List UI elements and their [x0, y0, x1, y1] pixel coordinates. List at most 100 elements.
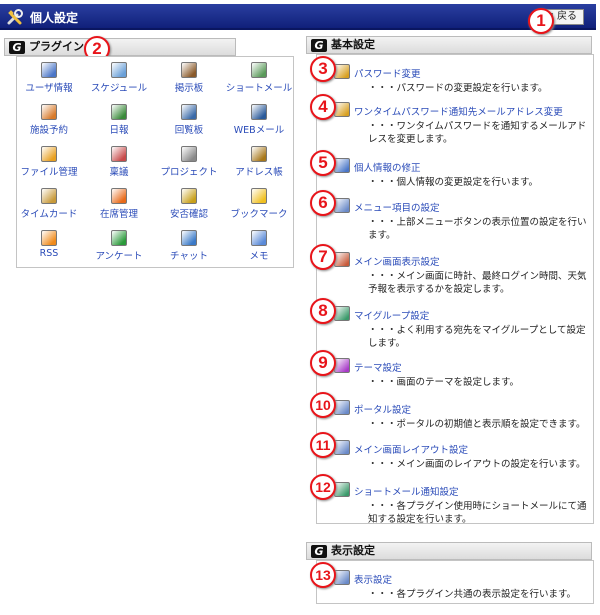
setting-description: ・・・各プラグイン使用時にショートメールにて通知する設定を行います。 [368, 501, 587, 525]
setting-link[interactable]: パスワード変更 [354, 66, 421, 80]
setting-link[interactable]: メニュー項目の設定 [354, 200, 440, 214]
marker-badge: 1 [528, 8, 554, 34]
setting-description: ・・・メイン画面のレイアウトの設定を行います。 [368, 459, 586, 470]
page-title: 個人設定 [30, 11, 79, 25]
presence-icon [111, 188, 127, 204]
my-group-icon [334, 306, 350, 321]
plugin-label: プロジェクト [160, 167, 218, 178]
plugin-project[interactable]: プロジェクト [154, 146, 224, 178]
plugin-webmail[interactable]: WEBメール [224, 104, 294, 136]
plugin-approval[interactable]: 稟議 [84, 146, 154, 178]
plugin-chat[interactable]: チャット [154, 230, 224, 262]
plugin-survey-check[interactable]: アンケート [84, 230, 154, 262]
plugin-label: タイムカード [20, 209, 78, 220]
circular-icon [181, 104, 197, 120]
lock-mail-icon [334, 102, 350, 117]
marker-badge: 10 [310, 392, 336, 418]
plugin-address-book[interactable]: アドレス帳 [224, 146, 294, 178]
g-logo-icon: G [311, 545, 327, 558]
plugin-safety[interactable]: 安否確認 [154, 188, 224, 220]
title-bar: 個人設定 戻る [0, 4, 596, 30]
marker-badge: 3 [310, 56, 336, 82]
plugin-memo[interactable]: メモ [224, 230, 294, 262]
bookmark-star-icon [251, 188, 267, 204]
facility-icon [41, 104, 57, 120]
plugin-section-header: G プラグイン [4, 38, 236, 56]
marker-badge: 5 [310, 150, 336, 176]
marker-badge: 7 [310, 244, 336, 270]
setting-link[interactable]: マイグループ設定 [354, 308, 429, 322]
setting-link[interactable]: メイン画面表示設定 [354, 254, 440, 268]
plugin-label: 日報 [109, 125, 129, 136]
setting-description: ・・・メイン画面に時計、最終ログイン時間、天気予報を表示するかを設定します。 [368, 271, 587, 295]
plugin-presence[interactable]: 在席管理 [84, 188, 154, 220]
plugin-label: ブックマーク [230, 209, 288, 220]
project-icon [181, 146, 197, 162]
plugin-clock[interactable]: タイムカード [14, 188, 84, 220]
plugin-label: アドレス帳 [235, 167, 283, 178]
setting-link[interactable]: ワンタイムパスワード通知先メールアドレス変更 [354, 104, 563, 118]
plugin-folder[interactable]: ファイル管理 [14, 146, 84, 178]
basic-section-title: 基本設定 [331, 38, 375, 51]
setting-link[interactable]: テーマ設定 [354, 360, 402, 374]
display-settings-icon [334, 570, 350, 585]
folder-icon [41, 146, 57, 162]
plugin-label: 掲示板 [174, 83, 204, 94]
plugin-label: スケジュール [90, 83, 148, 94]
plugin-section-title: プラグイン [29, 40, 84, 53]
clock-icon [41, 188, 57, 204]
daily-report-icon [111, 104, 127, 120]
user-info-icon [41, 62, 57, 78]
plugin-facility[interactable]: 施設予約 [14, 104, 84, 136]
setting-description: ・・・よく利用する宛先をマイグループとして設定します。 [368, 325, 586, 349]
g-logo-icon: G [9, 41, 25, 54]
setting-link[interactable]: ショートメール通知設定 [354, 484, 459, 498]
plugin-rss[interactable]: RSS [14, 230, 84, 259]
user-edit-icon [334, 158, 350, 173]
setting-description: ・・・画面のテーマを設定します。 [368, 377, 520, 388]
display-section-title: 表示設定 [331, 544, 375, 557]
basic-section-header: G 基本設定 [306, 36, 592, 54]
setting-link[interactable]: 表示設定 [354, 572, 392, 586]
bulletin-board-icon [181, 62, 197, 78]
setting-description: ・・・パスワードの変更設定を行います。 [368, 83, 548, 94]
plugin-label: 在席管理 [99, 209, 138, 220]
setting-description: ・・・ワンタイムパスワードを通知するメールアドレスを変更します。 [368, 121, 587, 145]
short-mail-icon [251, 62, 267, 78]
plugin-label: 施設予約 [29, 125, 68, 136]
plugin-bookmark-star[interactable]: ブックマーク [224, 188, 294, 220]
setting-link[interactable]: メイン画面レイアウト設定 [354, 442, 468, 456]
marker-badge: 9 [310, 350, 336, 376]
plugin-label: チャット [170, 251, 208, 262]
plugin-short-mail[interactable]: ショートメール [224, 62, 294, 94]
marker-badge: 6 [310, 190, 336, 216]
chat-icon [181, 230, 197, 246]
plugin-label: 稟議 [109, 167, 129, 178]
plugin-daily-report[interactable]: 日報 [84, 104, 154, 136]
plugin-bulletin-board[interactable]: 掲示板 [154, 62, 224, 94]
setting-link[interactable]: 個人情報の修正 [354, 160, 421, 174]
tools-icon [7, 9, 23, 25]
marker-badge: 13 [310, 562, 336, 588]
plugin-schedule[interactable]: スケジュール [84, 62, 154, 94]
theme-icon [334, 358, 350, 373]
marker-badge: 8 [310, 298, 336, 324]
safety-icon [181, 188, 197, 204]
g-logo-icon: G [311, 39, 327, 52]
plugin-circular[interactable]: 回覧板 [154, 104, 224, 136]
plugin-label: ショートメール [225, 83, 293, 94]
plugin-label: RSS [39, 248, 59, 259]
plugin-label: ユーザ情報 [25, 83, 73, 94]
portal-icon [334, 400, 350, 415]
marker-badge: 4 [310, 94, 336, 120]
plugin-label: メモ [249, 251, 269, 262]
setting-link[interactable]: ポータル設定 [354, 402, 411, 416]
plugin-user-info[interactable]: ユーザ情報 [14, 62, 84, 94]
menu-settings-icon [334, 198, 350, 213]
setting-description: ・・・ポータルの初期値と表示順を設定できます。 [368, 419, 586, 430]
back-button-label: 戻る [557, 11, 577, 22]
survey-check-icon [111, 230, 127, 246]
memo-icon [251, 230, 267, 246]
marker-badge: 12 [310, 474, 336, 500]
approval-icon [111, 146, 127, 162]
